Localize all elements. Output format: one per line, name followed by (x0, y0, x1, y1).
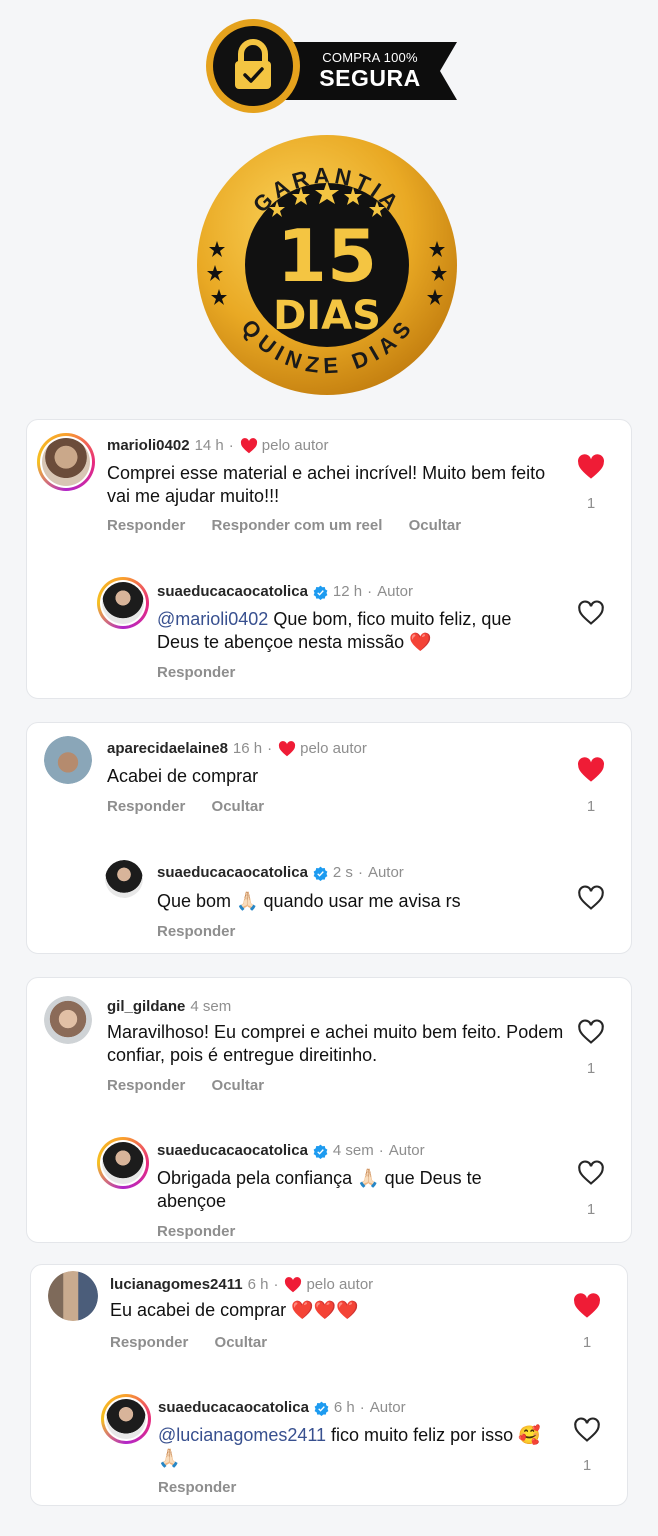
like-count: 1 (586, 1060, 596, 1077)
username[interactable]: gil_gildane (107, 998, 185, 1016)
timestamp: 4 sem (332, 1142, 374, 1159)
username[interactable]: suaeducacaocatolica (157, 583, 308, 601)
secure-purchase-badge: COMPRA 100% SEGURA (205, 18, 457, 113)
liked-by-author-label: pelo autor (261, 437, 329, 454)
timestamp: 4 sem (190, 998, 232, 1015)
avatar[interactable] (97, 577, 149, 629)
like-count: 1 (582, 1334, 592, 1351)
reply-text: Que bom 🙏🏻 quando usar me avisa rs (157, 891, 461, 911)
liked-by-author-label: pelo autor (306, 1276, 374, 1293)
heart-icon (279, 741, 296, 757)
like-heart-outline-icon[interactable] (577, 600, 605, 626)
reply-text: @marioli0402 Que bom, fico muito feliz, … (157, 609, 512, 652)
reply-button[interactable]: Responder (158, 1479, 236, 1496)
username[interactable]: aparecidaelaine8 (107, 740, 228, 758)
heart-emoji: ❤️ (409, 632, 432, 652)
separator: · (228, 437, 234, 454)
badge-line-1: COMPRA 100% (322, 50, 418, 65)
hearts-emoji: ❤️❤️❤️ (291, 1300, 359, 1320)
like-count: 1 (586, 798, 596, 815)
avatar[interactable] (105, 860, 143, 898)
like-heart-icon[interactable] (577, 454, 605, 480)
like-count: 1 (586, 1201, 596, 1218)
praying-hands-emoji: 🙏🏻 (236, 891, 259, 911)
reply-text: Obrigada pela confiança 🙏🏻 que Deus te a… (157, 1168, 482, 1211)
separator: · (359, 1399, 365, 1416)
avatar[interactable] (97, 1137, 149, 1189)
guarantee-seal: GARANTIA QUINZE DIAS 15 DIAS (197, 135, 457, 395)
timestamp: 6 h (333, 1399, 355, 1416)
reply-button[interactable]: Responder (157, 1223, 235, 1240)
separator: · (378, 1142, 384, 1159)
timestamp: 6 h (247, 1276, 269, 1293)
reply-button[interactable]: Responder (110, 1334, 188, 1351)
avatar[interactable] (44, 736, 92, 784)
reply-button[interactable]: Responder (157, 923, 235, 940)
like-heart-outline-icon[interactable] (573, 1417, 601, 1443)
comment-card: marioli0402 14 h · pelo autor Comprei es… (26, 419, 632, 699)
verified-badge-icon (313, 1144, 328, 1159)
author-label: Autor (367, 864, 404, 881)
username[interactable]: suaeducacaocatolica (157, 1142, 308, 1160)
hide-button[interactable]: Ocultar (215, 1334, 268, 1351)
username[interactable]: suaeducacaocatolica (157, 864, 308, 882)
reply-with-reel-button[interactable]: Responder com um reel (212, 517, 383, 534)
timestamp: 14 h (194, 437, 224, 454)
badge-line-2: SEGURA (319, 65, 421, 91)
like-heart-icon[interactable] (577, 757, 605, 783)
username[interactable]: suaeducacaocatolica (158, 1399, 309, 1417)
username[interactable]: marioli0402 (107, 437, 190, 455)
timestamp: 12 h (332, 583, 363, 600)
comment-card: aparecidaelaine8 16 h · pelo autor Acabe… (26, 722, 632, 954)
like-heart-outline-icon[interactable] (577, 885, 605, 911)
like-count: 1 (586, 495, 596, 512)
comment-card: gil_gildane 4 sem Maravilhoso! Eu compre… (26, 977, 632, 1243)
reply-button[interactable]: Responder (107, 517, 185, 534)
hide-button[interactable]: Ocultar (212, 798, 265, 815)
seal-number: 15 (277, 214, 377, 298)
comment-text: Acabei de comprar (107, 766, 259, 786)
avatar[interactable] (101, 1394, 151, 1444)
separator: · (267, 740, 273, 757)
reply-text: @lucianagomes2411 fico muito feliz por i… (158, 1425, 541, 1468)
author-label: Autor (377, 583, 413, 600)
liked-by-author-label: pelo autor (300, 740, 367, 757)
comment-text: Eu acabei de comprar ❤️❤️❤️ (110, 1300, 359, 1320)
timestamp: 16 h (232, 740, 263, 757)
hide-button[interactable]: Ocultar (212, 1077, 265, 1094)
hide-button[interactable]: Ocultar (409, 517, 462, 534)
mention-link[interactable]: @marioli0402 (157, 609, 268, 629)
comment-card: lucianagomes2411 6 h · pelo autor Eu aca… (30, 1264, 628, 1506)
like-heart-outline-icon[interactable] (577, 1019, 605, 1045)
separator: · (367, 583, 373, 600)
separator: · (357, 864, 363, 881)
separator: · (273, 1276, 279, 1293)
mention-link[interactable]: @lucianagomes2411 (158, 1425, 326, 1445)
like-heart-outline-icon[interactable] (577, 1160, 605, 1186)
verified-badge-icon (314, 1401, 329, 1416)
username[interactable]: lucianagomes2411 (110, 1276, 243, 1294)
verified-badge-icon (313, 866, 328, 881)
seal-word: DIAS (273, 293, 381, 339)
author-label: Autor (388, 1142, 425, 1159)
reply-button[interactable]: Responder (157, 664, 235, 681)
praying-hands-emoji: 🙏🏻 (357, 1168, 380, 1188)
like-count: 1 (582, 1457, 592, 1474)
heart-icon (285, 1277, 302, 1293)
reply-button[interactable]: Responder (107, 1077, 185, 1094)
avatar[interactable] (37, 433, 95, 491)
avatar[interactable] (44, 996, 92, 1044)
comment-text: Comprei esse material e achei incrível! … (107, 463, 546, 506)
reply-button[interactable]: Responder (107, 798, 185, 815)
comment-text: Maravilhoso! Eu comprei e achei muito be… (107, 1022, 564, 1065)
author-label: Autor (369, 1399, 406, 1416)
heart-icon (240, 438, 257, 454)
verified-badge-icon (313, 585, 328, 600)
timestamp: 2 s (332, 864, 353, 881)
lock-icon (206, 19, 300, 113)
like-heart-icon[interactable] (573, 1293, 601, 1319)
avatar[interactable] (48, 1271, 98, 1321)
